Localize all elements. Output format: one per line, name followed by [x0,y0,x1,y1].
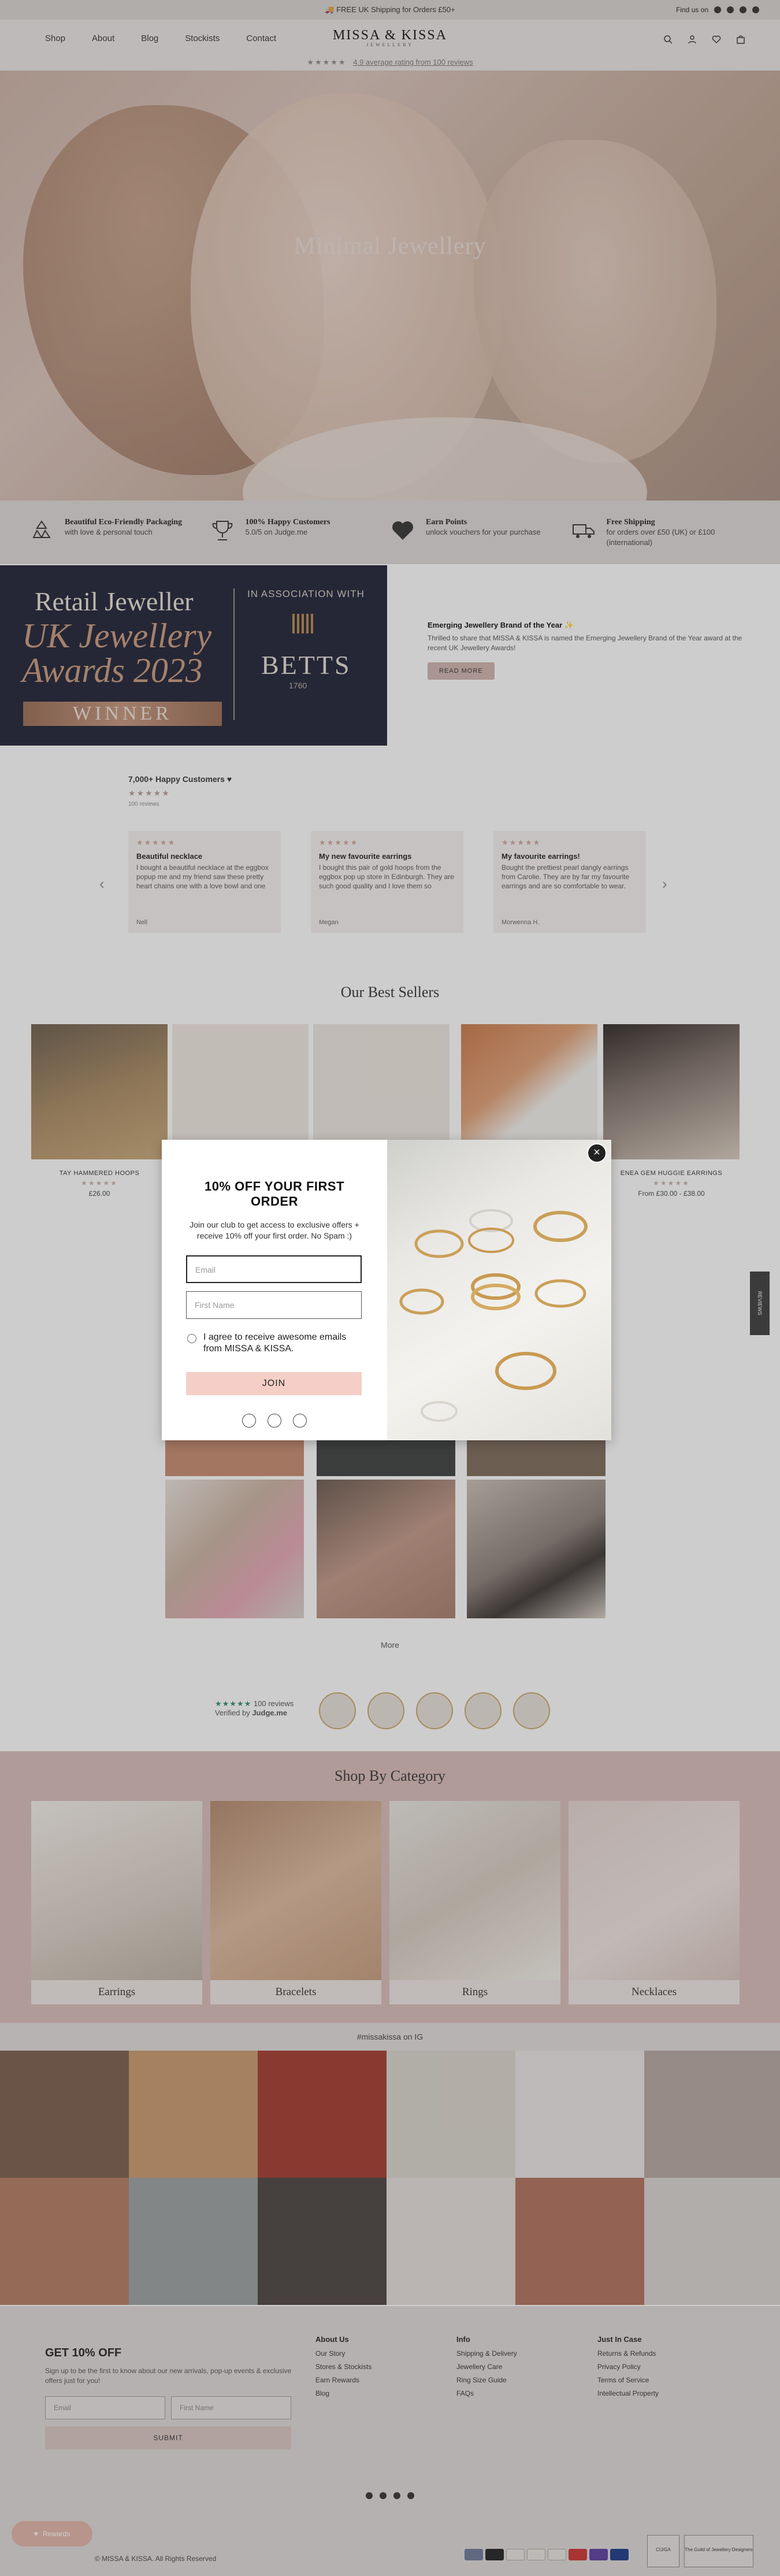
popup-image [387,1140,611,1440]
popup-email-input[interactable]: Email [186,1255,362,1283]
consent-label: I agree to receive awesome emails from M… [203,1332,347,1354]
popup-description: Join our club to get access to exclusive… [190,1220,359,1240]
popup-form: 10% OFF YOUR FIRST ORDER Join our club t… [162,1140,387,1440]
tiktok-icon[interactable] [268,1414,281,1428]
popup-title: 10% OFF YOUR FIRST ORDER [204,1179,345,1209]
popup-social [186,1414,363,1428]
instagram-icon[interactable] [242,1414,256,1428]
discount-popup: 10% OFF YOUR FIRST ORDER Join our club t… [162,1140,611,1440]
close-popup-button[interactable]: × [587,1143,607,1163]
consent-checkbox[interactable] [187,1334,196,1343]
popup-join-button[interactable]: JOIN [186,1372,362,1395]
rings-image [399,1209,588,1422]
popup-consent[interactable]: I agree to receive awesome emails from M… [186,1332,363,1355]
pinterest-icon[interactable] [293,1414,307,1428]
popup-name-input[interactable]: First Name [186,1291,362,1319]
